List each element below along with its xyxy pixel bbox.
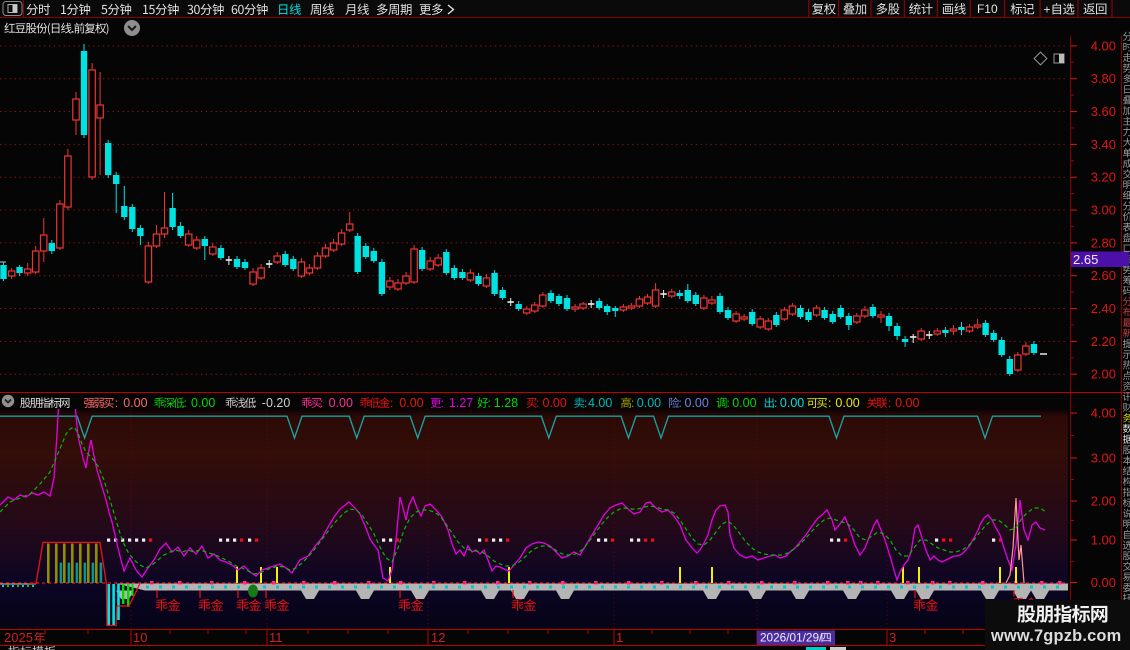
svg-text:4.00: 4.00 — [588, 396, 612, 410]
svg-text:2.65: 2.65 — [1073, 252, 1098, 267]
svg-text:2.00: 2.00 — [1091, 367, 1116, 382]
svg-text:3.00: 3.00 — [1091, 451, 1116, 466]
svg-text::: : — [536, 396, 539, 410]
svg-text:2.60: 2.60 — [1091, 268, 1116, 283]
svg-text:+: + — [1043, 3, 1050, 17]
svg-text:4.00: 4.00 — [1091, 38, 1116, 53]
svg-text::: : — [828, 396, 831, 410]
svg-text:2.80: 2.80 — [1091, 235, 1116, 250]
svg-text::: : — [774, 396, 777, 410]
svg-text:12: 12 — [431, 630, 445, 645]
svg-text:0.00: 0.00 — [543, 396, 567, 410]
svg-text:0.00: 0.00 — [329, 396, 353, 410]
svg-text::: : — [390, 396, 393, 410]
svg-text:3.00: 3.00 — [1091, 203, 1116, 218]
svg-text:3: 3 — [889, 630, 896, 645]
svg-text:0.00: 0.00 — [637, 396, 661, 410]
svg-text:0.00: 0.00 — [780, 396, 804, 410]
svg-text:www.7gpzb.com: www.7gpzb.com — [990, 627, 1121, 645]
svg-text:3.80: 3.80 — [1091, 71, 1116, 86]
svg-text:3.40: 3.40 — [1091, 137, 1116, 152]
svg-text:0.00: 0.00 — [685, 396, 709, 410]
svg-text:0.00: 0.00 — [399, 396, 423, 410]
svg-text::: : — [441, 396, 444, 410]
svg-text::: : — [888, 396, 891, 410]
svg-text::: : — [631, 396, 634, 410]
svg-text::: : — [184, 396, 187, 410]
svg-text::: : — [679, 396, 682, 410]
svg-text::: : — [584, 396, 587, 410]
svg-text::: : — [488, 396, 491, 410]
svg-text::: : — [727, 396, 730, 410]
svg-text:3.60: 3.60 — [1091, 104, 1116, 119]
svg-text:3.20: 3.20 — [1091, 170, 1116, 185]
svg-text:0.00: 0.00 — [835, 396, 859, 410]
svg-text:1.27: 1.27 — [449, 396, 473, 410]
svg-text:0.00: 0.00 — [732, 396, 756, 410]
svg-text:2.20: 2.20 — [1091, 334, 1116, 349]
svg-text:11: 11 — [269, 630, 283, 645]
svg-text:2026/01/29/: 2026/01/29/ — [760, 631, 823, 645]
svg-text:0.00: 0.00 — [191, 396, 215, 410]
svg-text::: : — [115, 396, 118, 410]
svg-text:10: 10 — [133, 630, 147, 645]
svg-text:-0.20: -0.20 — [262, 396, 291, 410]
svg-text:2.40: 2.40 — [1091, 301, 1116, 316]
svg-text:1: 1 — [616, 630, 623, 645]
svg-text::: : — [320, 396, 323, 410]
svg-text:2025: 2025 — [4, 630, 33, 645]
svg-text:4.00: 4.00 — [1091, 406, 1116, 421]
svg-text:1.28: 1.28 — [494, 396, 518, 410]
svg-text:0.00: 0.00 — [1091, 575, 1116, 590]
svg-text:F10: F10 — [977, 2, 998, 16]
svg-text::: : — [253, 396, 256, 410]
svg-text:1.00: 1.00 — [1091, 533, 1116, 548]
svg-text:0.00: 0.00 — [123, 396, 147, 410]
svg-text:2.00: 2.00 — [1091, 494, 1116, 509]
svg-text:0.00: 0.00 — [895, 396, 919, 410]
